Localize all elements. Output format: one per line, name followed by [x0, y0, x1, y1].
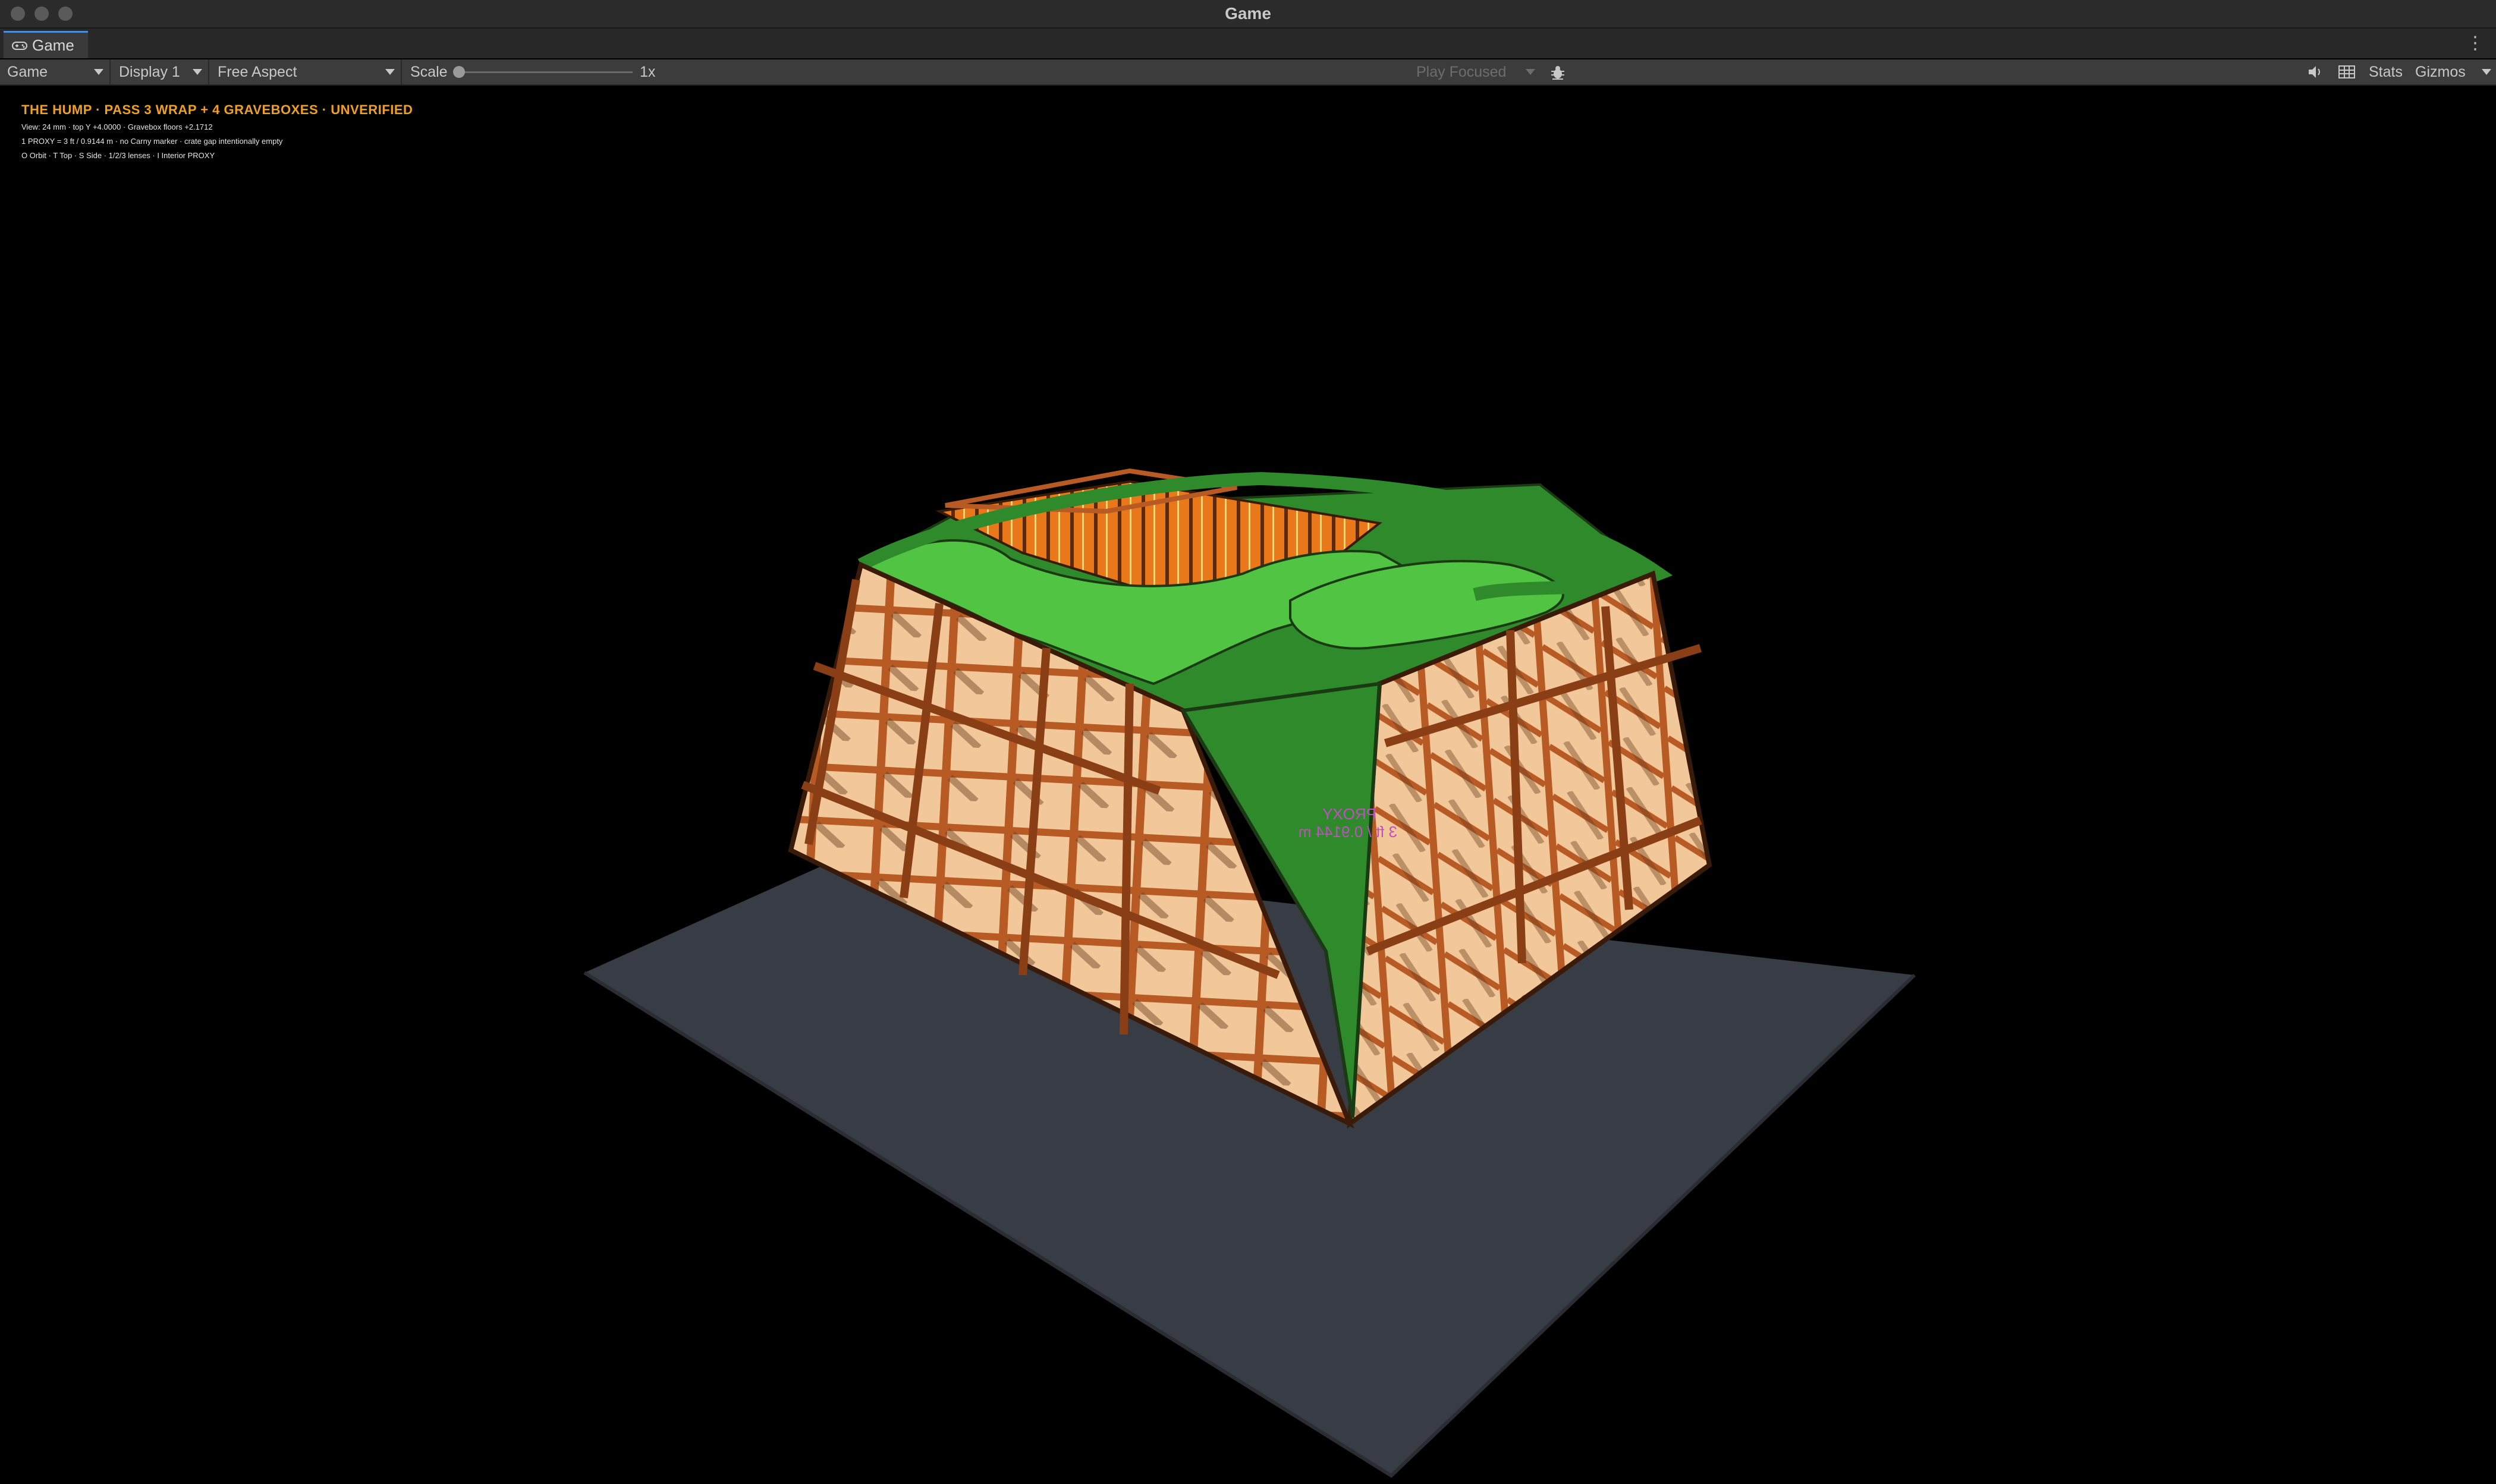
- hud-line-controls: O Orbit · T Top · S Side · 1/2/3 lenses …: [21, 151, 215, 160]
- proxy-label-2: 3 ft / 0.9144 m: [1299, 823, 1397, 841]
- view-dropdown[interactable]: Game: [0, 59, 111, 84]
- scale-value: 1x: [640, 64, 656, 80]
- hud-panel: THE HUMP · PASS 3 WRAP + 4 GRAVEBOXES · …: [14, 96, 430, 169]
- view-dropdown-label: Game: [7, 64, 48, 80]
- tab-strip: Game ⋮: [0, 29, 2496, 58]
- speaker-icon[interactable]: [2307, 64, 2324, 80]
- scale-label: Scale: [410, 64, 448, 80]
- scale-slider-handle[interactable]: [453, 66, 465, 78]
- chevron-down-icon: [193, 69, 202, 75]
- display-dropdown[interactable]: Display 1: [112, 59, 209, 84]
- keyboard-grid-icon[interactable]: [2338, 64, 2356, 80]
- gizmos-dropdown[interactable]: Gizmos: [2415, 59, 2496, 84]
- chevron-down-icon: [94, 69, 103, 75]
- scale-slider-track[interactable]: [458, 71, 633, 73]
- game-viewport[interactable]: PROXY 3 ft / 0.9144 m: [0, 86, 2496, 1484]
- chevron-down-icon: [1526, 69, 1535, 75]
- aspect-dropdown[interactable]: Free Aspect: [210, 59, 402, 84]
- play-mode-label: Play Focused: [1416, 64, 1507, 80]
- gizmos-label: Gizmos: [2415, 64, 2466, 80]
- tab-game[interactable]: Game: [4, 31, 88, 58]
- proxy-label-1: PROXY: [1322, 805, 1376, 823]
- stats-button[interactable]: Stats: [2369, 59, 2403, 84]
- gamepad-icon: [12, 41, 27, 50]
- game-window: Game Game ⋮ Game Display 1 Free Aspect S…: [0, 0, 2496, 1484]
- chevron-down-icon: [385, 69, 395, 75]
- title-bar: Game: [0, 0, 2496, 29]
- display-dropdown-label: Display 1: [119, 64, 180, 80]
- window-title: Game: [1225, 4, 1271, 23]
- chevron-down-icon: [2482, 69, 2491, 75]
- kebab-menu-icon[interactable]: ⋮: [2466, 33, 2484, 54]
- tab-game-label: Game: [32, 36, 74, 54]
- game-toolbar: Game Display 1 Free Aspect Scale 1x Play…: [0, 59, 2496, 86]
- play-mode-dropdown[interactable]: Play Focused: [1409, 59, 1541, 84]
- hud-line-proxy: 1 PROXY = 3 ft / 0.9144 m · no Carny mar…: [21, 137, 283, 146]
- bug-icon[interactable]: [1549, 64, 1566, 81]
- scene-render: PROXY 3 ft / 0.9144 m: [583, 468, 1916, 1478]
- aspect-dropdown-label: Free Aspect: [218, 64, 297, 80]
- hud-title: THE HUMP · PASS 3 WRAP + 4 GRAVEBOXES · …: [21, 102, 413, 117]
- hud-line-view: View: 24 mm · top Y +4.0000 · Gravebox f…: [21, 122, 213, 131]
